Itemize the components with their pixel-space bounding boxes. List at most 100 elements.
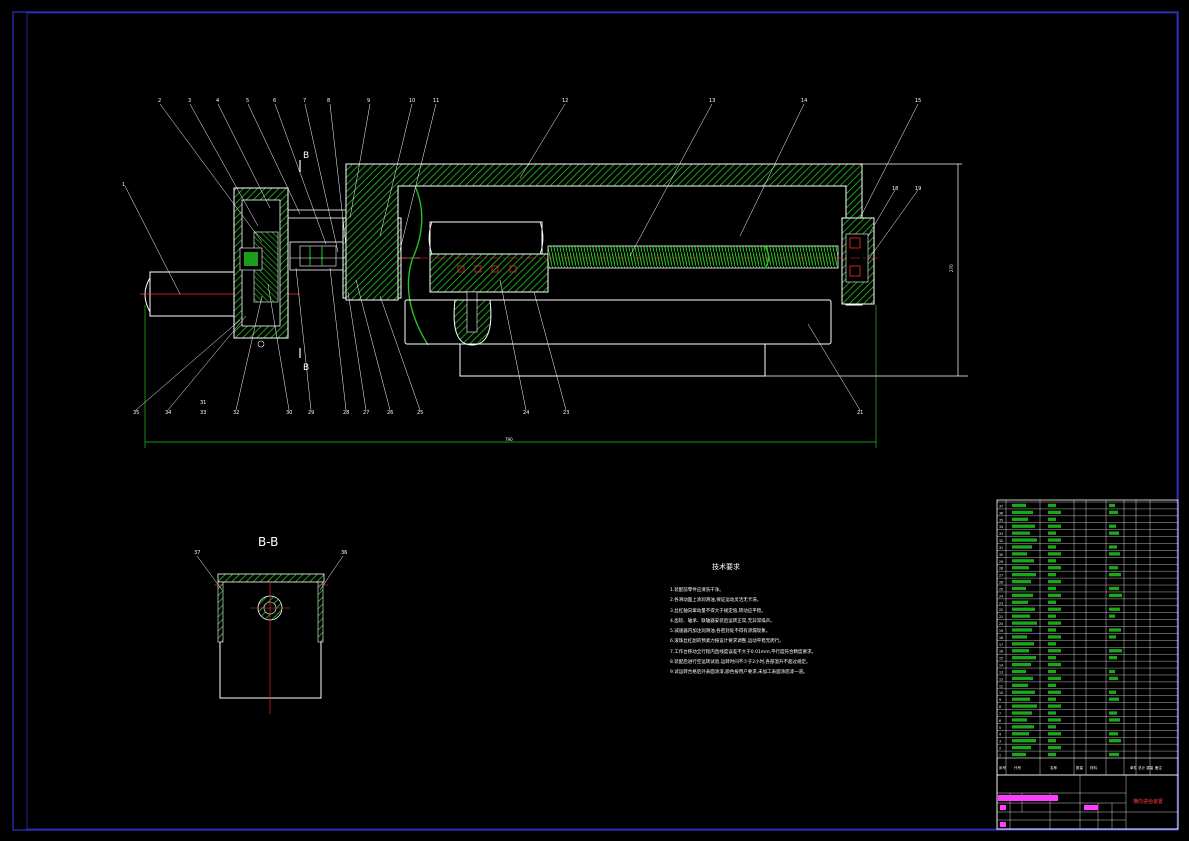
bom-part-number: 13 bbox=[999, 670, 1003, 674]
callout: 5 bbox=[246, 98, 249, 104]
note-line: 9.试运转合格后外表面涂漆,颜色按用户要求,未加工表面涂底漆一道。 bbox=[670, 670, 808, 676]
callout: 28 bbox=[343, 410, 349, 416]
bom-material-cell bbox=[1109, 586, 1119, 591]
bom-name-cell bbox=[1048, 690, 1061, 694]
bom-code-cell bbox=[1012, 718, 1027, 722]
outer-frame bbox=[12, 11, 1179, 831]
callout: 6 bbox=[273, 98, 276, 104]
bom-name-cell bbox=[1048, 593, 1061, 598]
bom-name-cell bbox=[1048, 656, 1056, 660]
bom-material-cell bbox=[1109, 531, 1119, 535]
ball-nut-slider bbox=[429, 253, 549, 293]
bom-material-cell bbox=[1109, 697, 1119, 701]
bom-part-number: 32 bbox=[999, 539, 1003, 543]
bom-part-number: 21 bbox=[999, 615, 1003, 619]
callout: 4 bbox=[216, 98, 219, 104]
callout: 30 bbox=[286, 410, 292, 416]
bom-material-cell bbox=[1109, 676, 1118, 681]
callout: 33 bbox=[200, 410, 206, 416]
bom-part-number: 2 bbox=[999, 747, 1001, 751]
bom-part-number: 35 bbox=[999, 518, 1003, 522]
bom-name-cell bbox=[1048, 642, 1056, 646]
bom-material-cell bbox=[1109, 690, 1116, 694]
bom-part-number: 12 bbox=[999, 677, 1003, 681]
bom-name-cell bbox=[1048, 621, 1061, 625]
bom-name-cell bbox=[1048, 531, 1056, 535]
bom-part-number: 16 bbox=[999, 650, 1003, 654]
callout: 15 bbox=[915, 98, 921, 104]
bom-name-cell bbox=[1048, 510, 1061, 515]
bom-name-cell bbox=[1048, 732, 1061, 736]
bom-header-cell: 序号 bbox=[999, 765, 1007, 770]
bom-code-cell bbox=[1012, 524, 1035, 528]
bom-code-cell bbox=[1012, 586, 1026, 591]
bom-name-cell bbox=[1048, 649, 1061, 653]
bom-name-cell bbox=[1048, 586, 1056, 591]
callout: 10 bbox=[409, 98, 415, 104]
bom-material-cell bbox=[1109, 607, 1120, 611]
bom-name-cell bbox=[1048, 628, 1056, 632]
bom-header-cell: 名称 bbox=[1050, 765, 1058, 770]
callout: 24 bbox=[523, 410, 529, 416]
callout: 9 bbox=[367, 98, 370, 104]
bom-code-cell bbox=[1012, 697, 1030, 701]
callout: 37 bbox=[194, 550, 200, 556]
section-bb-title: B-B bbox=[258, 535, 279, 549]
bom-part-number: 25 bbox=[999, 587, 1003, 591]
bom-code-cell bbox=[1012, 669, 1026, 674]
bom-code-cell bbox=[1012, 621, 1037, 625]
bom-code-cell bbox=[1012, 579, 1031, 584]
bom-part-number: 24 bbox=[999, 594, 1003, 598]
callouts-top: 2 3 4 5 6 7 8 9 10 11 12 13 14 15 17 bbox=[158, 98, 921, 104]
section-mark-top: B bbox=[303, 151, 309, 161]
notes-heading: 技术要求 bbox=[712, 563, 740, 571]
bom-name-cell bbox=[1048, 752, 1056, 757]
bom-part-number: 31 bbox=[999, 546, 1003, 550]
callout: 23 bbox=[563, 410, 569, 416]
bom-part-number: 10 bbox=[999, 691, 1003, 695]
callout: 2 bbox=[158, 98, 161, 104]
bom-part-number: 20 bbox=[999, 622, 1003, 626]
bom-header-cell: 材料 bbox=[1090, 765, 1098, 770]
bom-code-cell bbox=[1012, 614, 1030, 618]
bom-part-number: 34 bbox=[999, 525, 1003, 529]
bom-material-cell bbox=[1109, 656, 1117, 660]
bom-part-number: 3 bbox=[999, 740, 1001, 744]
bom-part-number: 17 bbox=[999, 643, 1003, 647]
bom-part-number: 1 bbox=[999, 754, 1001, 758]
main-assembly-view: 790 270 B B bbox=[140, 151, 968, 448]
bom-name-cell bbox=[1048, 517, 1056, 521]
bom-code-cell bbox=[1012, 704, 1037, 708]
bom-part-number: 19 bbox=[999, 629, 1003, 633]
callout: 35 bbox=[133, 410, 139, 416]
bom-part-number: 30 bbox=[999, 553, 1003, 557]
bom-code-cell bbox=[1012, 593, 1033, 598]
callout: 32 bbox=[233, 410, 239, 416]
technical-requirements: 技术要求 1.装配前零件应清洗干净。 2.各滑动面上涂润滑油,保证运动灵活无卡滞… bbox=[670, 562, 970, 679]
bom-material-cell bbox=[1109, 732, 1118, 736]
callout: 13 bbox=[709, 98, 715, 104]
bom-part-number: 11 bbox=[999, 684, 1003, 688]
bom-material-cell bbox=[1109, 503, 1115, 508]
bom-name-cell bbox=[1048, 524, 1061, 528]
bom-material-cell bbox=[1109, 510, 1118, 515]
bom-part-number: 18 bbox=[999, 636, 1003, 640]
bom-code-cell bbox=[1012, 662, 1031, 667]
bom-code-cell bbox=[1012, 732, 1029, 736]
drawing-name: 横向进给装置 bbox=[1133, 799, 1164, 805]
bom-part-number: 28 bbox=[999, 567, 1003, 571]
dim-overall-length: 790 bbox=[505, 437, 513, 442]
bom-header-cell: 代号 bbox=[1014, 765, 1022, 770]
bom-material-cell bbox=[1109, 545, 1117, 549]
bom-name-cell bbox=[1048, 669, 1056, 674]
note-line: 5.减速器内加注润滑油,各密封处不得有渗漏现象。 bbox=[670, 629, 771, 635]
bom-code-cell bbox=[1012, 503, 1026, 508]
bom-code-cell bbox=[1012, 752, 1026, 757]
bom-part-number: 8 bbox=[999, 705, 1001, 709]
callout: 27 bbox=[363, 410, 369, 416]
bom-name-cell bbox=[1048, 662, 1061, 667]
note-line: 8.装配后进行空运转试验,运转时间不少于2小时,各部温升不超过规定。 bbox=[670, 660, 811, 666]
note-line: 4.齿轮、轴承、联轴器安装后运转正常,无异常噪声。 bbox=[670, 618, 775, 624]
bom-name-cell bbox=[1048, 559, 1056, 563]
bom-name-cell bbox=[1048, 676, 1061, 681]
